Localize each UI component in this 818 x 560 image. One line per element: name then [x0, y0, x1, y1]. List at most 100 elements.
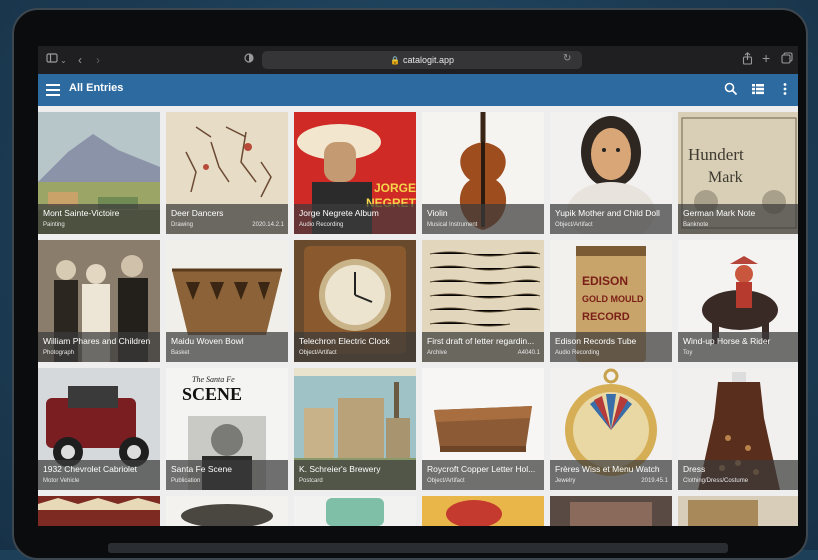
more-icon[interactable] — [778, 82, 792, 96]
entry-type: Object/Artifact — [555, 222, 593, 228]
entry-name: Roycroft Copper Letter Hol... — [427, 464, 536, 474]
reload-icon[interactable]: ↻ — [563, 51, 571, 67]
browser-toolbar: ⌄ ‹ › 🔒 catalogit.app ↻ + — [38, 46, 798, 74]
entry-type: Toy — [683, 350, 693, 356]
entry-tile[interactable] — [166, 496, 288, 526]
entry-type: Publication — [171, 478, 201, 484]
entry-name: Frères Wiss et Menu Watch — [555, 464, 660, 474]
entry-caption: Roycroft Copper Letter Hol... Object/Art… — [422, 460, 544, 490]
entry-type: Jewelry — [555, 478, 576, 484]
entry-tile[interactable]: Roycroft Copper Letter Hol... Object/Art… — [422, 368, 544, 490]
entry-tile[interactable]: Maidu Woven Bowl Basket — [166, 240, 288, 362]
entry-type: Banknote — [683, 222, 709, 228]
svg-text:Mark: Mark — [708, 169, 743, 186]
entry-type: Clothing/Dress/Costume — [683, 478, 749, 484]
entry-tile[interactable]: The Santa Fe SCENE Santa Fe Scene Publica… — [166, 368, 288, 490]
entry-caption: First draft of letter regardin... Archiv… — [422, 332, 544, 362]
entry-name: First draft of letter regardin... — [427, 336, 535, 346]
tabs-icon[interactable] — [781, 52, 793, 68]
entry-caption: Wind-up Horse & Rider Toy — [678, 332, 798, 362]
entry-tile[interactable]: Yupik Mother and Child Doll Object/Artif… — [550, 112, 672, 234]
entry-tile[interactable]: William Phares and Children Photograph — [38, 240, 160, 362]
entry-caption: German Mark Note Banknote — [678, 204, 798, 234]
entry-code: 2020.14.2.1 — [252, 222, 284, 228]
entry-tile[interactable]: Violin Musical Instrument — [422, 112, 544, 234]
entry-type: Basket — [171, 350, 190, 356]
entry-type: Photograph — [43, 350, 75, 356]
svg-text:EDISON: EDISON — [582, 274, 628, 288]
url-text: catalogit.app — [402, 55, 454, 65]
entry-tile[interactable] — [422, 496, 544, 526]
entry-caption: Dress Clothing/Dress/Costume — [678, 460, 798, 490]
entry-name: Wind-up Horse & Rider — [683, 336, 771, 346]
entry-type: Object/Artifact — [299, 350, 337, 356]
entry-caption: Maidu Woven Bowl Basket — [166, 332, 288, 362]
back-icon[interactable]: ‹ — [78, 52, 82, 68]
entry-name: Deer Dancers — [171, 208, 224, 218]
entry-name: Dress — [683, 464, 706, 474]
address-bar[interactable]: 🔒 catalogit.app — [262, 51, 582, 69]
entry-tile[interactable]: Deer Dancers Drawing 2020.14.2.1 — [166, 112, 288, 234]
tablet-base — [108, 543, 728, 553]
entry-caption: Frères Wiss et Menu Watch Jewelry 2019.4… — [550, 460, 672, 490]
svg-text:The Santa Fe: The Santa Fe — [192, 375, 235, 384]
entry-type: Drawing — [171, 222, 194, 228]
entry-image — [294, 496, 416, 526]
entry-tile[interactable] — [294, 496, 416, 526]
entry-tile[interactable]: K. Schreier's Brewery Postcard — [294, 368, 416, 490]
chevron-down-icon[interactable]: ⌄ — [60, 53, 67, 69]
list-view-icon[interactable] — [751, 82, 765, 96]
svg-text:Hundert: Hundert — [688, 145, 744, 164]
plus-icon[interactable]: + — [762, 50, 770, 66]
entry-caption: Yupik Mother and Child Doll Object/Artif… — [550, 204, 672, 234]
entry-tile[interactable]: Frères Wiss et Menu Watch Jewelry 2019.4… — [550, 368, 672, 490]
entry-caption: Mont Sainte-Victoire Painting — [38, 204, 160, 234]
menu-icon[interactable] — [46, 82, 60, 96]
entry-type: Audio Recording — [299, 222, 344, 228]
entry-tile[interactable]: First draft of letter regardin... Archiv… — [422, 240, 544, 362]
entry-caption: Deer Dancers Drawing 2020.14.2.1 — [166, 204, 288, 234]
entry-tile[interactable]: Dress Clothing/Dress/Costume — [678, 368, 798, 490]
entry-tile[interactable] — [38, 496, 160, 526]
entry-tile[interactable]: 1932 Chevrolet Cabriolet Motor Vehicle — [38, 368, 160, 490]
entry-tile[interactable]: EDISON GOLD MOULD RECORD Edison Records Tu… — [550, 240, 672, 362]
app-header: All Entries — [38, 74, 798, 106]
entry-image — [550, 496, 672, 526]
entry-tile[interactable] — [678, 496, 798, 526]
entry-type: Postcard — [299, 478, 323, 484]
sidebar-icon[interactable] — [46, 52, 58, 68]
entry-tile[interactable]: Hundert Mark German Mark Note Banknote — [678, 112, 798, 234]
entry-name: Mont Sainte-Victoire — [43, 208, 120, 218]
svg-text:RECORD: RECORD — [582, 311, 630, 323]
entry-type: Audio Recording — [555, 350, 600, 356]
lock-icon: 🔒 — [389, 55, 400, 65]
entry-tile[interactable]: JORGENEGRETE Jorge Negrete Album Audio R… — [294, 112, 416, 234]
entry-tile[interactable]: Wind-up Horse & Rider Toy — [678, 240, 798, 362]
screen: ⌄ ‹ › 🔒 catalogit.app ↻ + All Entries Mo… — [38, 46, 798, 526]
shield-icon[interactable] — [244, 52, 254, 68]
entry-caption: Edison Records Tube Audio Recording — [550, 332, 672, 362]
entry-tile[interactable]: Telechron Electric Clock Object/Artifact — [294, 240, 416, 362]
entries-grid: Mont Sainte-Victoire Painting Deer Dance… — [38, 106, 798, 526]
entry-tile[interactable]: Mont Sainte-Victoire Painting — [38, 112, 160, 234]
entry-caption: K. Schreier's Brewery Postcard — [294, 460, 416, 490]
entry-type: Musical Instrument — [427, 222, 478, 228]
entry-caption: William Phares and Children Photograph — [38, 332, 160, 362]
share-icon[interactable] — [742, 52, 753, 69]
entry-name: Telechron Electric Clock — [299, 336, 390, 346]
search-icon[interactable] — [724, 82, 738, 96]
entry-name: 1932 Chevrolet Cabriolet — [43, 464, 138, 474]
entry-type: Object/Artifact — [427, 478, 465, 484]
entry-caption: Telechron Electric Clock Object/Artifact — [294, 332, 416, 362]
entry-caption: Jorge Negrete Album Audio Recording — [294, 204, 416, 234]
entry-image — [38, 496, 160, 526]
entry-image — [422, 496, 544, 526]
entry-tile[interactable] — [550, 496, 672, 526]
entry-image — [166, 496, 288, 526]
forward-icon[interactable]: › — [96, 52, 100, 68]
entry-caption: 1932 Chevrolet Cabriolet Motor Vehicle — [38, 460, 160, 490]
page-title: All Entries — [69, 82, 124, 94]
svg-text:SCENE: SCENE — [182, 384, 242, 404]
entry-name: Santa Fe Scene — [171, 464, 232, 474]
entry-name: Maidu Woven Bowl — [171, 336, 244, 346]
